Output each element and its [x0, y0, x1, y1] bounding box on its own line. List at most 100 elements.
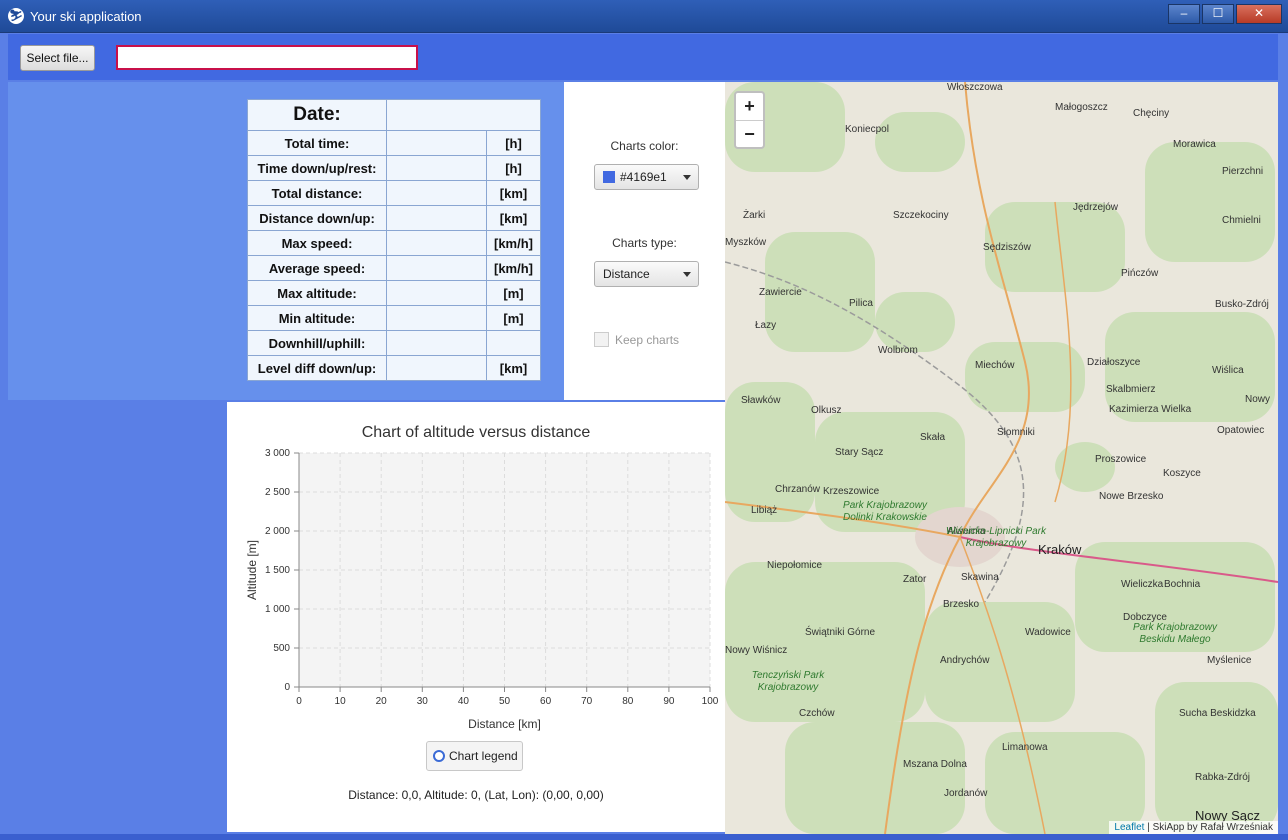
- map-place-label: Sucha Beskidzka: [1179, 708, 1256, 719]
- title-bar[interactable]: ⛷ Your ski application ‒ ☐ ✕: [0, 0, 1288, 33]
- stats-row-unit: [h]: [486, 130, 541, 156]
- chart-panel: Chart of altitude versus distance 0 500 1 0…: [227, 402, 725, 832]
- select-file-button[interactable]: Select file...: [20, 45, 95, 71]
- stats-row-label: Total distance:: [247, 180, 387, 206]
- charts-color-value: #4169e1: [620, 170, 667, 184]
- map-place-label: Żarki: [743, 210, 766, 221]
- stats-row-value: [386, 305, 487, 331]
- map-place-label: Sławków: [741, 395, 781, 406]
- y-tick-label: 500: [273, 643, 290, 654]
- road: [959, 82, 1031, 538]
- chevron-down-icon: [683, 175, 691, 180]
- date-value: [386, 99, 541, 131]
- stats-row-label: Max speed:: [247, 230, 387, 256]
- forest-area: [725, 562, 925, 722]
- stats-row-value: [386, 330, 487, 356]
- stats-row-label: Time down/up/rest:: [247, 155, 387, 181]
- charts-color-label: Charts color:: [610, 139, 679, 153]
- x-tick-label: 0: [296, 696, 302, 707]
- map-place-label: Działoszyce: [1087, 357, 1141, 368]
- stats-row: Level diff down/up: [km]: [247, 355, 541, 381]
- chart-legend-toggle[interactable]: Chart legend: [426, 741, 523, 771]
- stats-row-label: Max altitude:: [247, 280, 387, 306]
- y-tick-label: 2 500: [265, 487, 290, 498]
- map-attribution: Leaflet | SkiApp by Rafał Wrześniak: [1109, 821, 1278, 834]
- maximize-button[interactable]: ☐: [1202, 4, 1234, 24]
- map-place-label: Andrychów: [940, 655, 990, 666]
- zoom-out-button[interactable]: −: [736, 121, 763, 148]
- map-place-label: Wiśnicko-Lipnicki Park Krajobrazowy: [946, 526, 1046, 549]
- charts-type-select[interactable]: Distance: [594, 261, 699, 287]
- checkbox-box: [594, 332, 609, 347]
- map-place-label: Mszana Dolna: [903, 759, 967, 770]
- map-place-label: Czchów: [799, 708, 835, 719]
- map-place-label: Małogoszcz: [1055, 102, 1108, 113]
- cursor-status-text: Distance: 0,0, Altitude: 0, (Lat, Lon): …: [348, 788, 604, 802]
- map-place-label: Pierzchni: [1222, 166, 1264, 177]
- map-place-label: Myślenice: [1207, 655, 1252, 666]
- map-place-label: Libiąż: [751, 505, 778, 516]
- stats-row: Distance down/up: [km]: [247, 205, 541, 231]
- top-toolbar: Select file...: [8, 34, 1278, 80]
- leaflet-link[interactable]: Leaflet: [1114, 822, 1144, 833]
- stats-table: Date: Total time: [h] Time down/up/rest: [h…: [247, 99, 541, 381]
- map-place-label: Krzeszowice: [823, 486, 880, 497]
- controls-panel: Charts color: #4169e1 Charts type: Dista…: [564, 82, 725, 400]
- x-tick-label: 100: [702, 696, 719, 707]
- attribution-text: | SkiApp by Rafał Wrześniak: [1144, 822, 1273, 833]
- map-place-label: Opatowiec: [1217, 425, 1265, 436]
- forest-area: [965, 342, 1085, 412]
- x-tick-label: 10: [335, 696, 347, 707]
- keep-charts-checkbox[interactable]: Keep charts: [594, 332, 679, 347]
- map-place-label: Busko-Zdrój: [1215, 299, 1269, 310]
- map-place-label: Proszowice: [1095, 454, 1147, 465]
- stats-row-value: [386, 130, 487, 156]
- minimize-button[interactable]: ‒: [1168, 4, 1200, 24]
- zoom-in-button[interactable]: +: [736, 93, 763, 121]
- map-place-label: Szczekociny: [893, 210, 949, 221]
- map-place-label: Jordanów: [944, 788, 988, 799]
- map-place-label: Stary Sącz: [835, 447, 884, 458]
- chevron-down-icon: [683, 272, 691, 277]
- stats-row-value: [386, 180, 487, 206]
- map-place-label: Nowy Wiśnicz: [725, 645, 788, 656]
- stats-row-label: Downhill/uphill:: [247, 330, 387, 356]
- y-tick-label: 2 000: [265, 526, 290, 537]
- map-place-label: Słomniki: [997, 427, 1035, 438]
- x-tick-label: 20: [376, 696, 388, 707]
- map-place-label: Koniecpol: [845, 124, 889, 135]
- altitude-chart[interactable]: Chart of altitude versus distance05001 0…: [227, 402, 725, 772]
- map-place-label: Skalbmierz: [1106, 384, 1156, 395]
- stats-row-unit: [km]: [486, 205, 541, 231]
- map-view[interactable]: Włoszczowa Małogoszcz Chęciny Koniecpol Mora…: [725, 82, 1278, 834]
- stats-row: Time down/up/rest: [h]: [247, 155, 541, 181]
- date-label: Date:: [247, 99, 387, 131]
- map-place-label: Nowe Brzesko: [1099, 491, 1164, 502]
- map-place-label: Nowy: [1245, 394, 1271, 405]
- color-swatch: [603, 171, 615, 183]
- map-place-label: Myszków: [725, 237, 767, 248]
- stats-row-unit: [km/h]: [486, 255, 541, 281]
- map-place-label: Tenczyński Park Krajobrazowy: [751, 670, 825, 693]
- forest-area: [875, 112, 965, 172]
- x-tick-label: 30: [417, 696, 429, 707]
- map-place-label: Miechów: [975, 360, 1015, 371]
- map-place-label: Skała: [920, 432, 946, 443]
- charts-color-picker[interactable]: #4169e1: [594, 164, 699, 190]
- x-axis-label: Distance [km]: [468, 717, 541, 731]
- skier-icon: ⛷: [8, 8, 24, 24]
- map-place-label: Zawiercie: [759, 287, 802, 298]
- x-tick-label: 60: [540, 696, 552, 707]
- close-button[interactable]: ✕: [1236, 4, 1282, 24]
- window-title: Your ski application: [30, 9, 142, 24]
- forest-area: [875, 292, 955, 352]
- radio-dot-icon: [433, 750, 445, 762]
- map-place-label: Chrzanów: [775, 484, 821, 495]
- file-path-field[interactable]: [116, 45, 418, 70]
- stats-row-label: Distance down/up:: [247, 205, 387, 231]
- charts-type-value: Distance: [603, 267, 650, 281]
- stats-row: Max altitude: [m]: [247, 280, 541, 306]
- stats-row-value: [386, 255, 487, 281]
- stats-row-label: Total time:: [247, 130, 387, 156]
- map-place-label: Koszyce: [1163, 468, 1201, 479]
